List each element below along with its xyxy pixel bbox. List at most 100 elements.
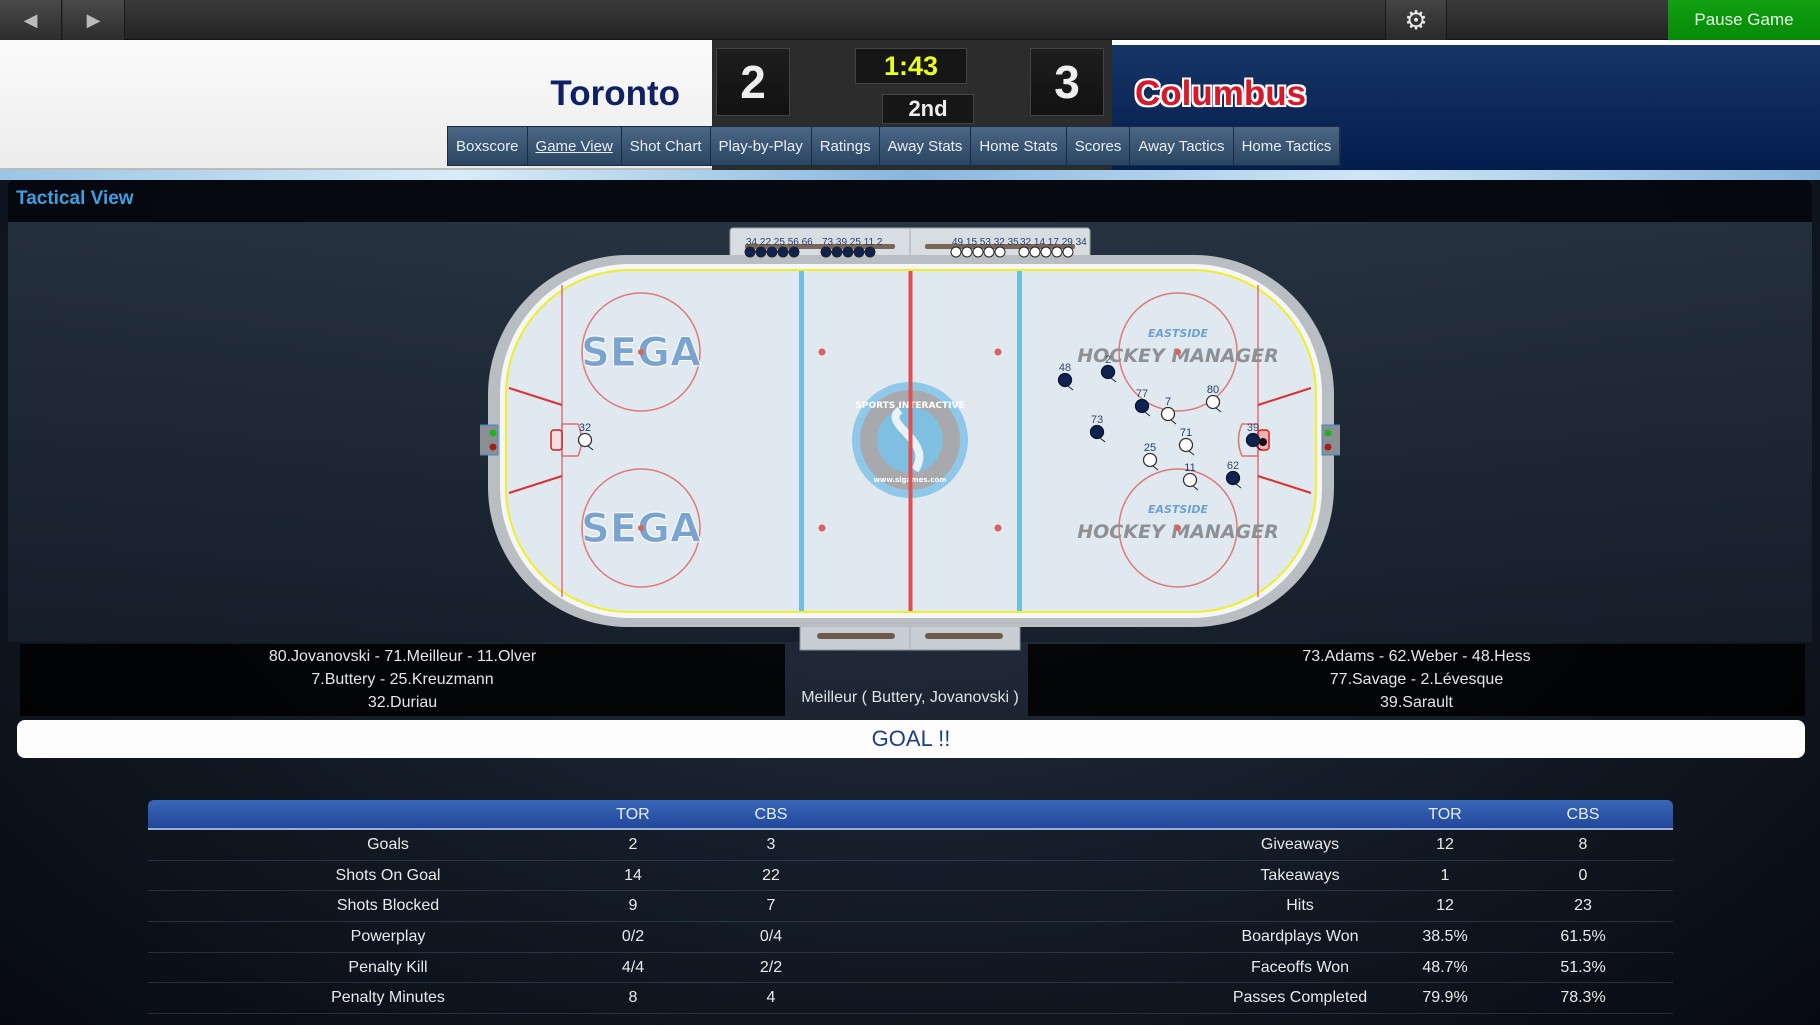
stat-cbs: 7: [766, 897, 776, 915]
stat-cbs: 51.3%: [1560, 958, 1606, 976]
tab-away-stats[interactable]: Away Stats: [879, 127, 972, 165]
home-lineup-goalie: 39.Sarault: [1380, 694, 1453, 711]
stat-cbs: 61.5%: [1560, 928, 1606, 946]
stat-cbs: 3: [766, 836, 776, 853]
pause-game-button[interactable]: Pause Game: [1668, 0, 1820, 40]
stat-tor: 12: [1436, 897, 1454, 915]
stat-label: Hits: [1286, 897, 1314, 915]
away-lineup-goalie: 32.Duriau: [367, 694, 438, 711]
right-goal-indicator: [1321, 424, 1340, 456]
game-stats-table: TOR CBS TOR CBS Goals 2 3 Giveaways 12 8 Shots…: [148, 800, 1673, 1015]
hockey-rink: SPORTS INTERACTIVE www.sigames.com SEGA …: [480, 227, 1340, 651]
bench-player-token: [950, 246, 962, 258]
stat-cbs: 22: [762, 866, 780, 884]
bench-numbers: 73 39 25 11 2: [822, 237, 883, 248]
left-goal-indicator: [480, 424, 499, 456]
bench-player-token: [972, 246, 984, 258]
stats-row: Shots Blocked 9 7 Hits 12 23: [148, 891, 1673, 923]
bench-numbers: 34 22 25 56 66: [746, 237, 813, 248]
col-home-left: CBS: [754, 806, 788, 823]
player-token: [1057, 372, 1073, 388]
tab-scores[interactable]: Scores: [1066, 127, 1131, 165]
stats-row: Penalty Minutes 8 4 Passes Completed 79.9% 78…: [148, 983, 1673, 1015]
tab-away-tactics[interactable]: Away Tactics: [1130, 127, 1234, 165]
stat-label: Takeaways: [1260, 866, 1340, 884]
goal-scorer: Meilleur ( Buttery, Jovanovski ): [801, 689, 1019, 706]
player-token: [1205, 394, 1221, 410]
tab-play-by-play[interactable]: Play-by-Play: [710, 127, 812, 165]
stat-label: Passes Completed: [1232, 989, 1368, 1007]
stat-cbs: 2/2: [759, 958, 783, 976]
away-team-name: Toronto: [550, 74, 680, 113]
forward-button[interactable]: ▶: [63, 0, 125, 40]
player-token: [1182, 472, 1198, 488]
stat-tor: 48.7%: [1422, 958, 1468, 976]
stats-row: Goals 2 3 Giveaways 12 8: [148, 830, 1673, 861]
bench-player-token: [1051, 246, 1063, 258]
stat-tor: 8: [628, 989, 638, 1007]
game-screen: ◀ ▶ ⚙ Pause Game Toronto Columbus 2 3 1:…: [0, 0, 1820, 1025]
tab-game-view[interactable]: Game View: [527, 127, 622, 165]
stat-label: Boardplays Won: [1241, 928, 1359, 946]
away-lineup-defense: 7.Buttery - 25.Kreuzmann: [311, 671, 494, 688]
player-token: [1178, 437, 1194, 453]
stat-tor: 4/4: [621, 958, 645, 976]
bench-player-token: [983, 246, 995, 258]
stat-tor: 9: [628, 897, 638, 915]
stat-tor: 2: [628, 836, 638, 853]
tab-home-stats[interactable]: Home Stats: [971, 127, 1067, 165]
svg-text:EASTSIDE: EASTSIDE: [1148, 503, 1209, 516]
chevron-left-icon: ◀: [23, 9, 38, 30]
player-number: 7: [1165, 396, 1171, 408]
bench-player-token: [777, 246, 789, 258]
tab-boxscore[interactable]: Boxscore: [448, 127, 528, 165]
stat-tor: 38.5%: [1422, 928, 1468, 946]
home-lineup-forwards: 73.Adams - 62.Weber - 48.Hess: [1302, 648, 1531, 665]
period-indicator: 2nd: [882, 94, 974, 124]
player-token: [1160, 406, 1176, 422]
tab-home-tactics[interactable]: Home Tactics: [1233, 127, 1341, 165]
event-banner: GOAL !!: [17, 720, 1805, 758]
bench-player-token: [755, 246, 767, 258]
player-number: 11: [1184, 462, 1195, 474]
tactical-view-header: [8, 180, 1812, 222]
player-token: [1100, 364, 1116, 380]
player-token: [1245, 432, 1261, 448]
puck: [1259, 438, 1267, 446]
back-button[interactable]: ◀: [0, 0, 62, 40]
settings-button[interactable]: ⚙: [1385, 0, 1447, 40]
tab-ratings[interactable]: Ratings: [811, 127, 880, 165]
player-number: 48: [1059, 362, 1071, 374]
stat-tor: 0/2: [621, 928, 645, 946]
player-number: 71: [1180, 427, 1192, 439]
stats-row: Shots On Goal 14 22 Takeaways 1 0: [148, 861, 1673, 892]
game-clock: 1:43: [855, 48, 967, 84]
player-number: 2: [1105, 354, 1111, 366]
player-token: [1134, 398, 1150, 414]
bench-player-token: [831, 246, 843, 258]
bench-numbers: 49 15 53 32 35: [952, 237, 1019, 248]
bench-player-token: [1018, 246, 1030, 258]
col-away-left: TOR: [616, 806, 650, 823]
player-number: 73: [1091, 414, 1103, 426]
away-score: 2: [716, 48, 790, 116]
player-number: 32: [579, 422, 591, 434]
bench-numbers: 32 14 17 29 34: [1020, 237, 1087, 248]
center-red-line: [908, 271, 913, 611]
gear-icon: ⚙: [1404, 4, 1428, 35]
stat-tor: 12: [1436, 836, 1454, 853]
header-divider: [0, 170, 1820, 180]
tab-shot-chart[interactable]: Shot Chart: [621, 127, 711, 165]
player-number: 39: [1247, 422, 1259, 434]
stat-label: Giveaways: [1260, 836, 1340, 853]
home-lineup: 73.Adams - 62.Weber - 48.Hess 77.Savage …: [1028, 644, 1805, 716]
tactical-view-title: Tactical View: [16, 188, 134, 209]
player-number: 80: [1207, 384, 1219, 396]
player-token: [1142, 452, 1158, 468]
bench-player-token: [788, 246, 800, 258]
bench-player-token: [1029, 246, 1041, 258]
stat-label: Shots On Goal: [335, 866, 441, 884]
chevron-right-icon: ▶: [86, 9, 101, 30]
right-blue-line: [1017, 271, 1022, 611]
top-bar: [0, 0, 1820, 40]
